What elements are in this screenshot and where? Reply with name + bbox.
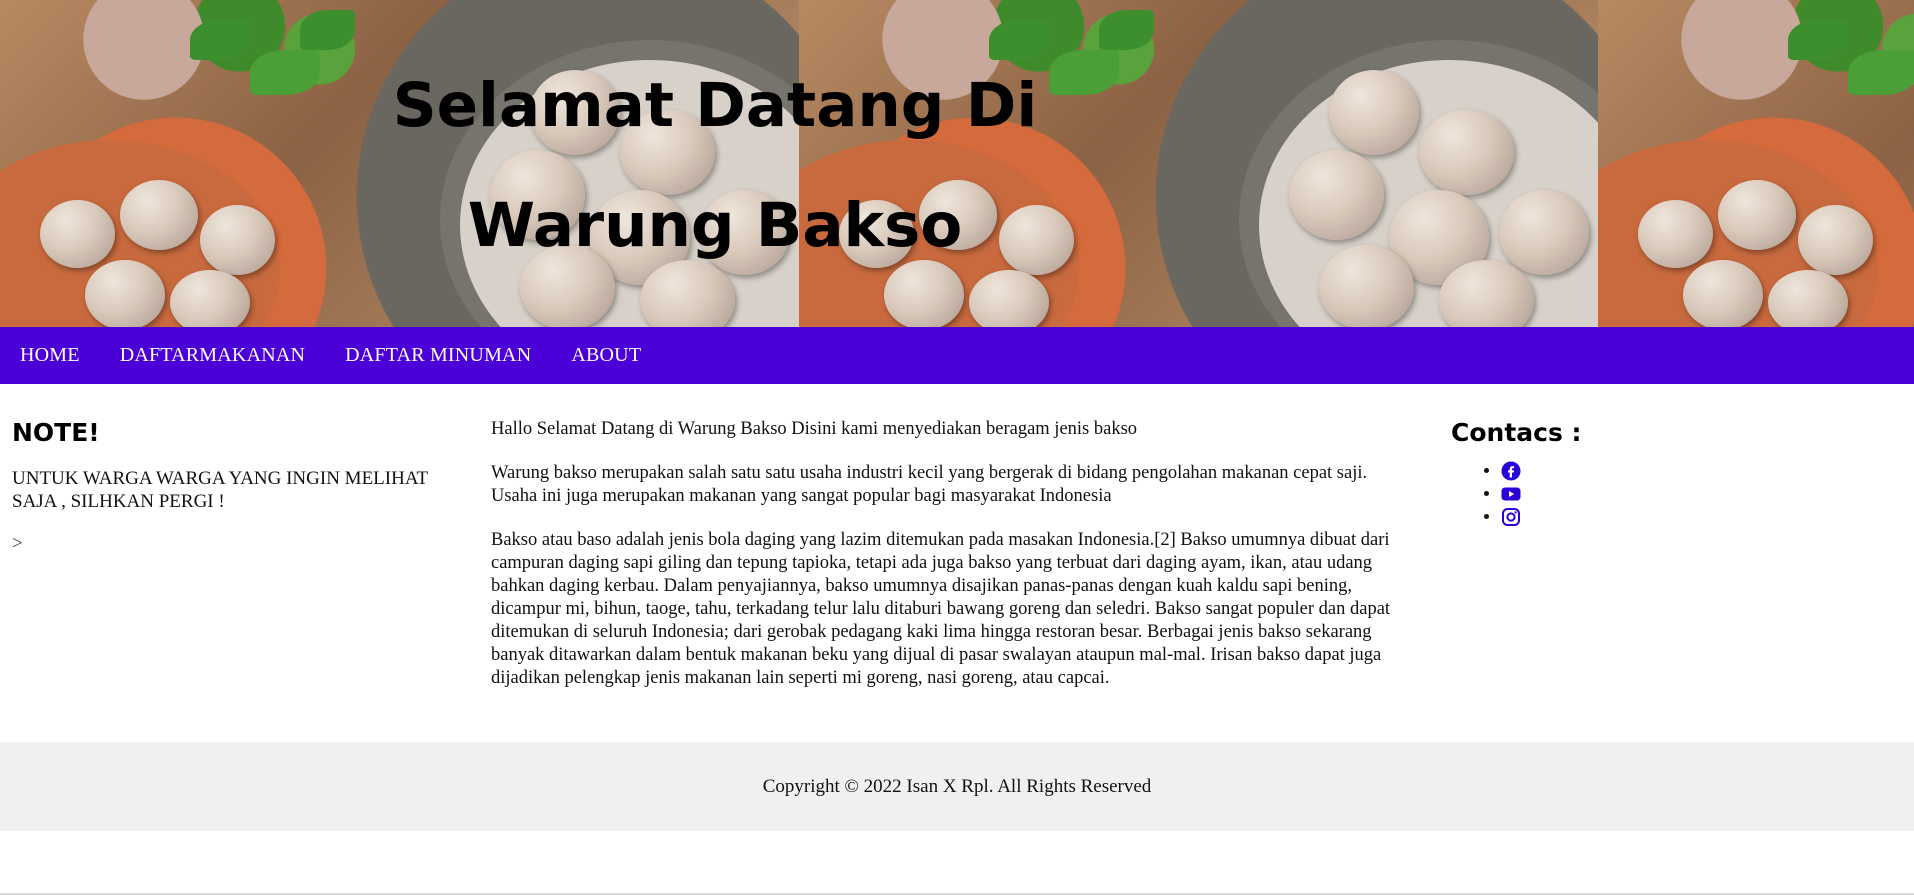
instagram-icon[interactable] <box>1501 507 1521 527</box>
main-content: Hallo Selamat Datang di Warung Bakso Dis… <box>491 418 1411 711</box>
page-title-line1: Selamat Datang Di <box>392 70 1038 141</box>
nav-home[interactable]: HOME <box>0 344 100 367</box>
facebook-icon[interactable] <box>1501 461 1521 481</box>
nav-daftar-minuman[interactable]: DAFTAR MINUMAN <box>325 344 551 367</box>
intro-paragraph: Hallo Selamat Datang di Warung Bakso Dis… <box>491 419 1138 439</box>
note-sidebar: NOTE! UNTUK WARGA WARGA YANG INGIN MELIH… <box>12 412 462 555</box>
bakso-paragraph: Bakso atau baso adalah jenis bola daging… <box>491 530 1391 688</box>
page-title-line2: Warung Bakso <box>467 190 963 261</box>
page-footer: Copyright © 2022 Isan X Rpl. All Rights … <box>0 742 1914 831</box>
contacts-heading: Contacs : <box>1451 418 1582 447</box>
note-text: UNTUK WARGA WARGA YANG INGIN MELIHAT SAJ… <box>12 468 428 512</box>
main-nav: HOME DAFTARMAKANAN DAFTAR MINUMAN ABOUT <box>0 327 1914 384</box>
banner-image-tile <box>0 0 799 327</box>
contact-youtube <box>1501 482 1851 505</box>
note-heading: NOTE! <box>12 418 100 447</box>
banner-image-tile <box>1598 0 1914 327</box>
copyright-text: Copyright © 2022 Isan X Rpl. All Rights … <box>762 775 1152 797</box>
header-banner: Selamat Datang Di Warung Bakso <box>0 0 1914 327</box>
note-marker: > <box>12 533 23 554</box>
contacts-list <box>1451 459 1851 528</box>
contact-instagram <box>1501 505 1851 528</box>
contacts-sidebar: Contacs : <box>1451 412 1851 528</box>
youtube-icon[interactable] <box>1501 484 1521 504</box>
contact-facebook <box>1501 459 1851 482</box>
nav-about[interactable]: ABOUT <box>551 344 661 367</box>
description-paragraph: Warung bakso merupakan salah satu satu u… <box>491 463 1368 506</box>
nav-daftar-makanan[interactable]: DAFTARMAKANAN <box>100 344 325 367</box>
banner-image-tile <box>799 0 1598 327</box>
